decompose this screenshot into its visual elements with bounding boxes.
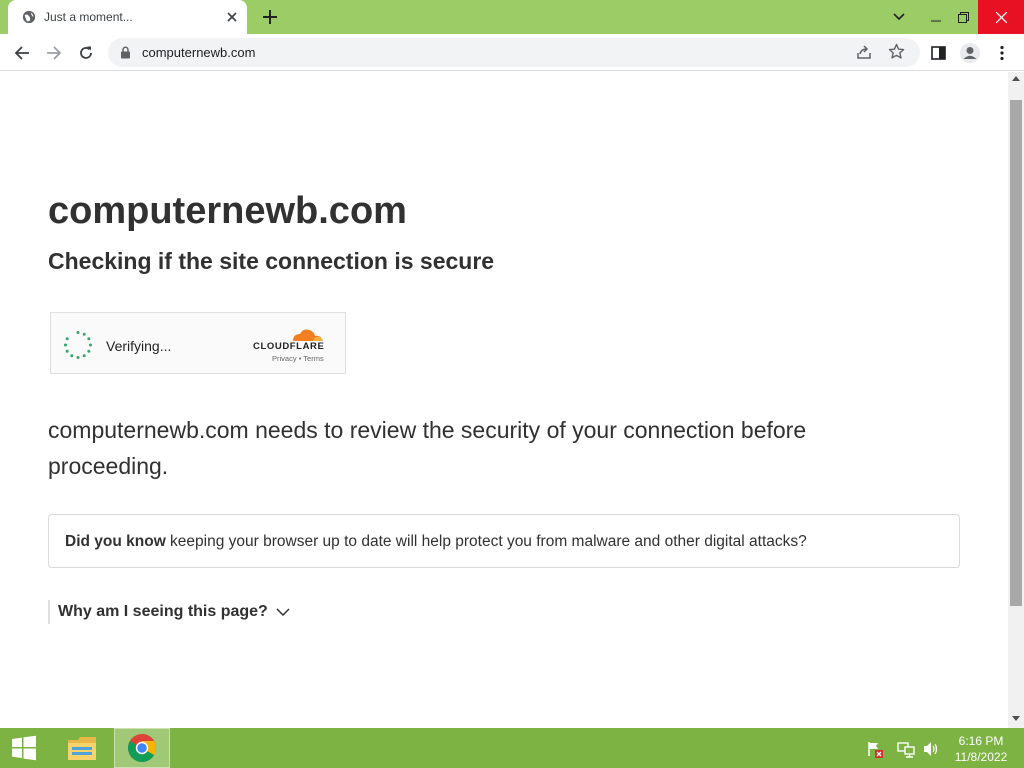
page-content: computernewb.com Checking if the site co…	[0, 72, 1008, 728]
volume-icon[interactable]	[922, 740, 940, 758]
reload-icon	[80, 46, 92, 59]
scroll-thumb[interactable]	[1010, 100, 1022, 606]
scroll-down-arrow[interactable]	[1012, 716, 1020, 721]
folder-icon	[68, 737, 96, 760]
profile-button[interactable]	[958, 41, 982, 65]
browser-toolbar: computernewb.com	[0, 34, 1024, 71]
url-text[interactable]: computernewb.com	[142, 45, 255, 60]
lock-icon[interactable]	[120, 46, 131, 59]
globe-icon	[22, 10, 36, 24]
side-panel-button[interactable]	[926, 41, 950, 65]
start-button[interactable]	[0, 728, 48, 768]
chevron-down-icon	[893, 13, 905, 21]
restore-button[interactable]	[950, 0, 976, 34]
avatar-icon	[960, 43, 980, 63]
side-panel-icon	[930, 46, 946, 60]
arrow-left-icon	[14, 46, 29, 60]
arrow-right-icon	[47, 46, 62, 60]
tab-search-button[interactable]	[886, 0, 912, 34]
did-you-know-lead: Did you know	[65, 533, 166, 550]
cloudflare-challenge-widget[interactable]: Verifying... CLOUDFLARE Privacy • Terms	[50, 312, 346, 374]
more-vert-icon	[1000, 45, 1004, 61]
close-icon	[995, 11, 1007, 23]
verifying-status: Verifying...	[106, 338, 172, 354]
network-icon[interactable]	[897, 740, 915, 758]
browser-tab-active[interactable]: Just a moment...	[8, 0, 247, 34]
scroll-up-arrow[interactable]	[1012, 76, 1020, 81]
taskbar-clock[interactable]: 6:16 PM 11/8/2022	[946, 733, 1016, 765]
did-you-know-box: Did you know keeping your browser up to …	[48, 514, 960, 568]
share-icon[interactable]	[856, 44, 872, 60]
minimize-button[interactable]	[922, 0, 950, 34]
close-window-button[interactable]	[978, 0, 1024, 34]
clock-time: 6:16 PM	[958, 734, 1004, 748]
address-bar[interactable]: computernewb.com	[108, 38, 920, 67]
review-description: computernewb.com needs to review the sec…	[48, 417, 807, 479]
new-tab-icon[interactable]	[260, 7, 280, 27]
chrome-icon	[128, 734, 156, 762]
why-seeing-toggle[interactable]: Why am I seeing this page?	[48, 600, 290, 624]
terms-link[interactable]: Terms	[303, 354, 323, 363]
did-you-know-body: keeping your browser up to date will hel…	[165, 533, 807, 550]
why-seeing-label: Why am I seeing this page?	[58, 603, 268, 620]
close-tab-icon[interactable]	[224, 9, 240, 25]
browser-menu-button[interactable]	[990, 41, 1014, 65]
privacy-link[interactable]: Privacy	[272, 354, 297, 363]
spinner-icon	[64, 331, 92, 359]
windows-logo-icon	[12, 735, 36, 761]
tab-title: Just a moment...	[44, 10, 133, 24]
cloudflare-links: Privacy • Terms	[272, 354, 324, 363]
forward-button[interactable]	[42, 41, 66, 65]
cloudflare-wordmark: CLOUDFLARE	[253, 341, 325, 352]
page-scrollbar[interactable]	[1008, 72, 1024, 728]
back-button[interactable]	[10, 41, 34, 65]
site-title: computernewb.com	[48, 190, 407, 232]
taskbar-chrome[interactable]	[114, 728, 170, 768]
page-subtitle: Checking if the site connection is secur…	[48, 248, 495, 274]
link-separator: •	[298, 354, 302, 363]
taskbar-file-explorer[interactable]	[54, 728, 110, 768]
restore-icon	[957, 11, 969, 23]
windows-taskbar: 6:16 PM 11/8/2022	[0, 728, 1024, 768]
clock-date: 11/8/2022	[954, 750, 1008, 764]
action-center-flag-icon[interactable]	[866, 740, 884, 758]
minimize-icon	[931, 20, 941, 22]
reload-button[interactable]	[74, 41, 98, 65]
chevron-down-icon	[276, 607, 290, 616]
did-you-know-text: Did you know keeping your browser up to …	[65, 533, 807, 551]
tab-strip: Just a moment...	[0, 0, 1024, 34]
bookmark-star-icon[interactable]	[888, 43, 905, 60]
